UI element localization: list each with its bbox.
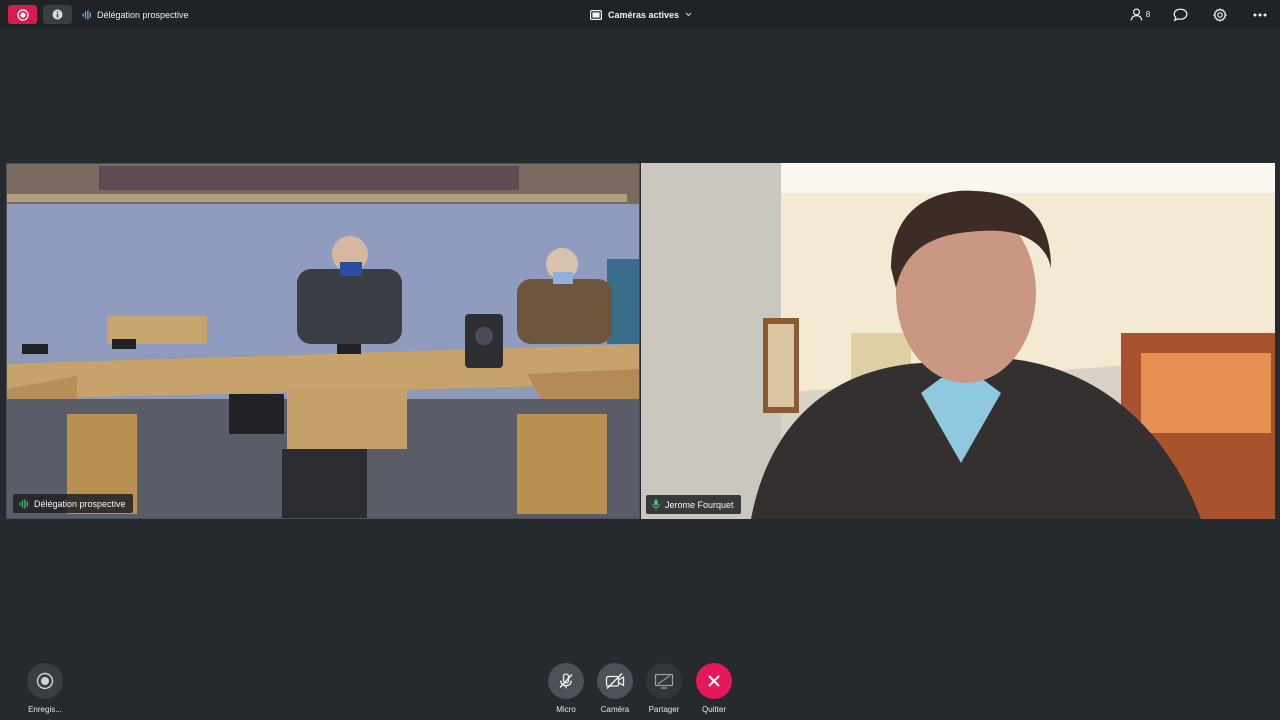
layout-label: Caméras actives (608, 9, 680, 20)
room-name: Délégation prospective (82, 7, 189, 22)
person-icon (1130, 8, 1143, 21)
microphone-icon (652, 499, 660, 510)
record-control-button[interactable] (27, 663, 63, 699)
camera-toggle-button[interactable] (597, 663, 633, 699)
tile-name-tag: Délégation prospective (13, 494, 133, 513)
quit-label: Quitter (701, 705, 726, 714)
close-icon (708, 675, 720, 687)
chat-button[interactable] (1160, 0, 1200, 29)
share-control[interactable]: Partager (639, 663, 689, 714)
more-dots-icon (1253, 13, 1267, 16)
participants-button[interactable]: 8 (1120, 0, 1160, 29)
tile-name-tag: Jerome Fourquet (646, 495, 741, 514)
more-options-button[interactable] (1240, 0, 1280, 29)
video-tile-room[interactable]: Délégation prospective (6, 163, 640, 519)
record-label: Enregis... (28, 705, 62, 714)
camera-label: Caméra (600, 705, 630, 714)
top-right-actions: 8 (1120, 0, 1280, 29)
mic-control[interactable]: Micro (541, 663, 591, 714)
audio-bars-icon (19, 499, 28, 508)
info-icon (52, 9, 63, 20)
record-icon (36, 672, 54, 690)
video-tile-participant[interactable]: Jerome Fourquet (641, 163, 1275, 519)
room-name-label: Délégation prospective (97, 9, 189, 20)
layout-dropdown[interactable]: Caméras actives (590, 6, 692, 23)
share-label: Partager (648, 705, 680, 714)
mic-label: Micro (556, 705, 576, 714)
screen-share-icon (654, 673, 674, 689)
record-icon (16, 8, 29, 21)
screen-layout-icon (590, 9, 602, 20)
camera-control[interactable]: Caméra (590, 663, 640, 714)
camera-off-icon (605, 673, 625, 689)
info-button[interactable] (43, 5, 72, 24)
participant-name: Jerome Fourquet (665, 499, 734, 510)
quit-button[interactable] (696, 663, 732, 699)
record-control[interactable]: Enregis... (20, 663, 70, 714)
audio-bars-icon (82, 10, 91, 19)
gear-icon (1213, 7, 1227, 22)
microphone-muted-icon (559, 673, 573, 689)
participants-count: 8 (1145, 10, 1151, 19)
settings-button[interactable] (1200, 0, 1240, 29)
chevron-down-icon (685, 12, 692, 17)
chat-bubble-icon (1173, 8, 1187, 22)
mic-toggle-button[interactable] (548, 663, 584, 699)
share-screen-button[interactable] (646, 663, 682, 699)
participant-name: Délégation prospective (34, 498, 126, 509)
conference-room-video (7, 164, 639, 518)
participant-video (641, 163, 1275, 519)
quit-control[interactable]: Quitter (689, 663, 739, 714)
top-bar: Délégation prospective Caméras actives 8 (0, 0, 1280, 29)
recording-button[interactable] (8, 5, 37, 24)
